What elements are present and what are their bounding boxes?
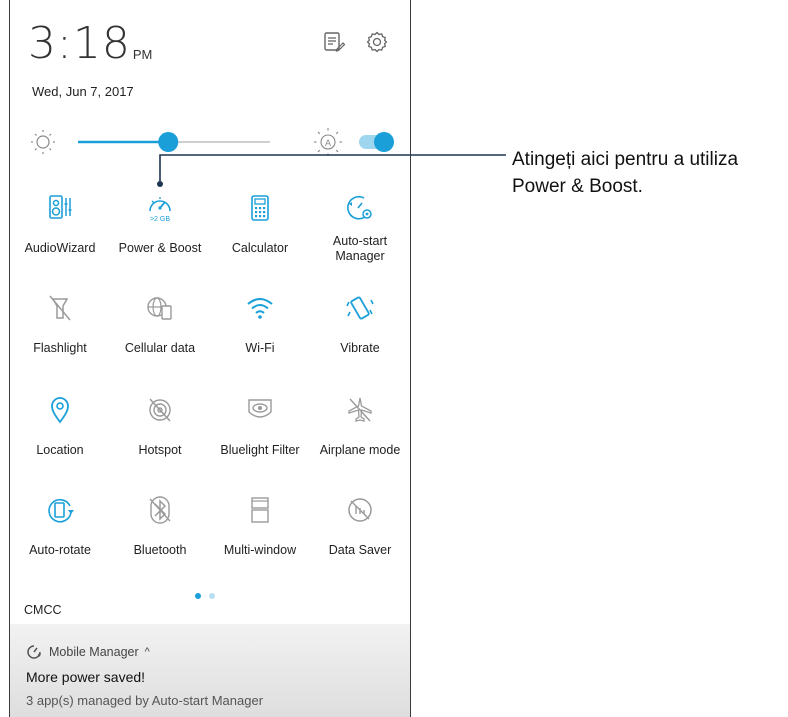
tile-data-saver[interactable]: Data Saver (312, 494, 408, 558)
tile-label: Bluelight Filter (220, 443, 300, 457)
page-indicator (195, 586, 219, 604)
clock-ampm: PM (132, 47, 153, 62)
bluelight-filter-icon (248, 399, 272, 418)
tile-vibrate[interactable]: Vibrate (312, 292, 408, 356)
date-label: Wed, Jun 7, 2017 (32, 84, 134, 99)
page-dot (209, 593, 216, 599)
flashlight-icon (49, 295, 71, 321)
tile-airplane[interactable]: Airplane mode (312, 394, 408, 458)
power-boost-icon: >2 GB (149, 197, 171, 223)
brightness-row: A (31, 128, 394, 156)
bluetooth-icon (149, 496, 171, 524)
brightness-low-icon (31, 130, 55, 154)
tile-label: Calculator (231, 241, 289, 255)
clock: 3:18 PM (28, 18, 153, 69)
location-icon (51, 397, 69, 424)
tile-label: Hotspot (138, 443, 182, 457)
vibrate-icon (346, 296, 374, 320)
tile-label: Data Saver (328, 543, 392, 557)
tile-label: Location (36, 443, 84, 457)
gear-icon[interactable] (365, 30, 389, 54)
notification-header: Mobile Manager ^ (26, 644, 150, 660)
mobile-manager-icon (27, 645, 41, 659)
carrier-label: CMCC (24, 603, 62, 617)
tile-location[interactable]: Location (12, 394, 108, 458)
tile-calculator[interactable]: Calculator (212, 192, 308, 256)
calculator-icon (251, 195, 269, 221)
quick-settings-panel: 3:18 PM Wed, Jun 7, 2017 A AudioWizard >… (9, 0, 411, 717)
tile-wifi[interactable]: Wi-Fi (212, 292, 308, 356)
tile-label: AudioWizard (24, 241, 96, 255)
wifi-icon (247, 298, 273, 319)
tile-hotspot[interactable]: Hotspot (112, 394, 208, 458)
auto-brightness-toggle-thumb[interactable] (374, 132, 394, 152)
tile-label: Multi-window (223, 543, 297, 557)
notification-title: More power saved! (26, 669, 146, 685)
tile-cellular-data[interactable]: Cellular data (112, 292, 208, 356)
tile-label: Flashlight (33, 341, 87, 355)
tile-bluelight-filter[interactable]: Bluelight Filter (212, 394, 308, 458)
callout-line-2: Power & Boost. (512, 176, 643, 197)
page-dot-active (195, 593, 201, 599)
brightness-slider-thumb[interactable] (158, 132, 179, 152)
multi-window-icon (251, 497, 269, 523)
callout-text: Atingeți aici pentru a utiliza Power & B… (512, 146, 738, 200)
tile-label: Wi-Fi (245, 341, 275, 355)
hotspot-icon (149, 398, 171, 422)
cellular-data-icon (147, 297, 172, 320)
tile-label: Cellular data (124, 341, 196, 355)
audiowizard-icon (49, 195, 72, 219)
tile-label: Power & Boost (118, 241, 202, 255)
airplane-icon (348, 397, 372, 422)
tile-multi-window[interactable]: Multi-window (212, 494, 308, 558)
tile-autostart[interactable]: Auto-start Manager (312, 192, 408, 264)
tile-audiowizard[interactable]: AudioWizard (12, 192, 108, 256)
tile-label: Bluetooth (133, 543, 187, 557)
tile-label: Auto-start Manager (332, 234, 388, 263)
tile-power-boost[interactable]: >2 GB Power & Boost (112, 192, 208, 256)
tile-label: Vibrate (340, 341, 380, 355)
notification-app-name: Mobile Manager (49, 645, 139, 659)
tile-bluetooth[interactable]: Bluetooth (112, 494, 208, 558)
edit-list-icon[interactable] (322, 30, 346, 54)
tile-flashlight[interactable]: Flashlight (12, 292, 108, 356)
notification-body: 3 app(s) managed by Auto-start Manager (26, 693, 264, 708)
tile-label: Airplane mode (319, 443, 401, 457)
svg-text:>2 GB: >2 GB (150, 216, 170, 223)
svg-text:A: A (325, 138, 331, 148)
callout-line-1: Atingeți aici pentru a utiliza (512, 149, 739, 170)
chevron-up-icon[interactable]: ^ (145, 646, 150, 658)
clock-time: 3:18 (28, 18, 131, 69)
auto-rotate-icon (48, 499, 74, 523)
tile-auto-rotate[interactable]: Auto-rotate (12, 494, 108, 558)
data-saver-icon (348, 498, 372, 522)
tile-label: Auto-rotate (29, 543, 91, 557)
notification-card[interactable]: Mobile Manager ^ More power saved! 3 app… (10, 624, 410, 717)
autostart-icon (347, 195, 372, 220)
